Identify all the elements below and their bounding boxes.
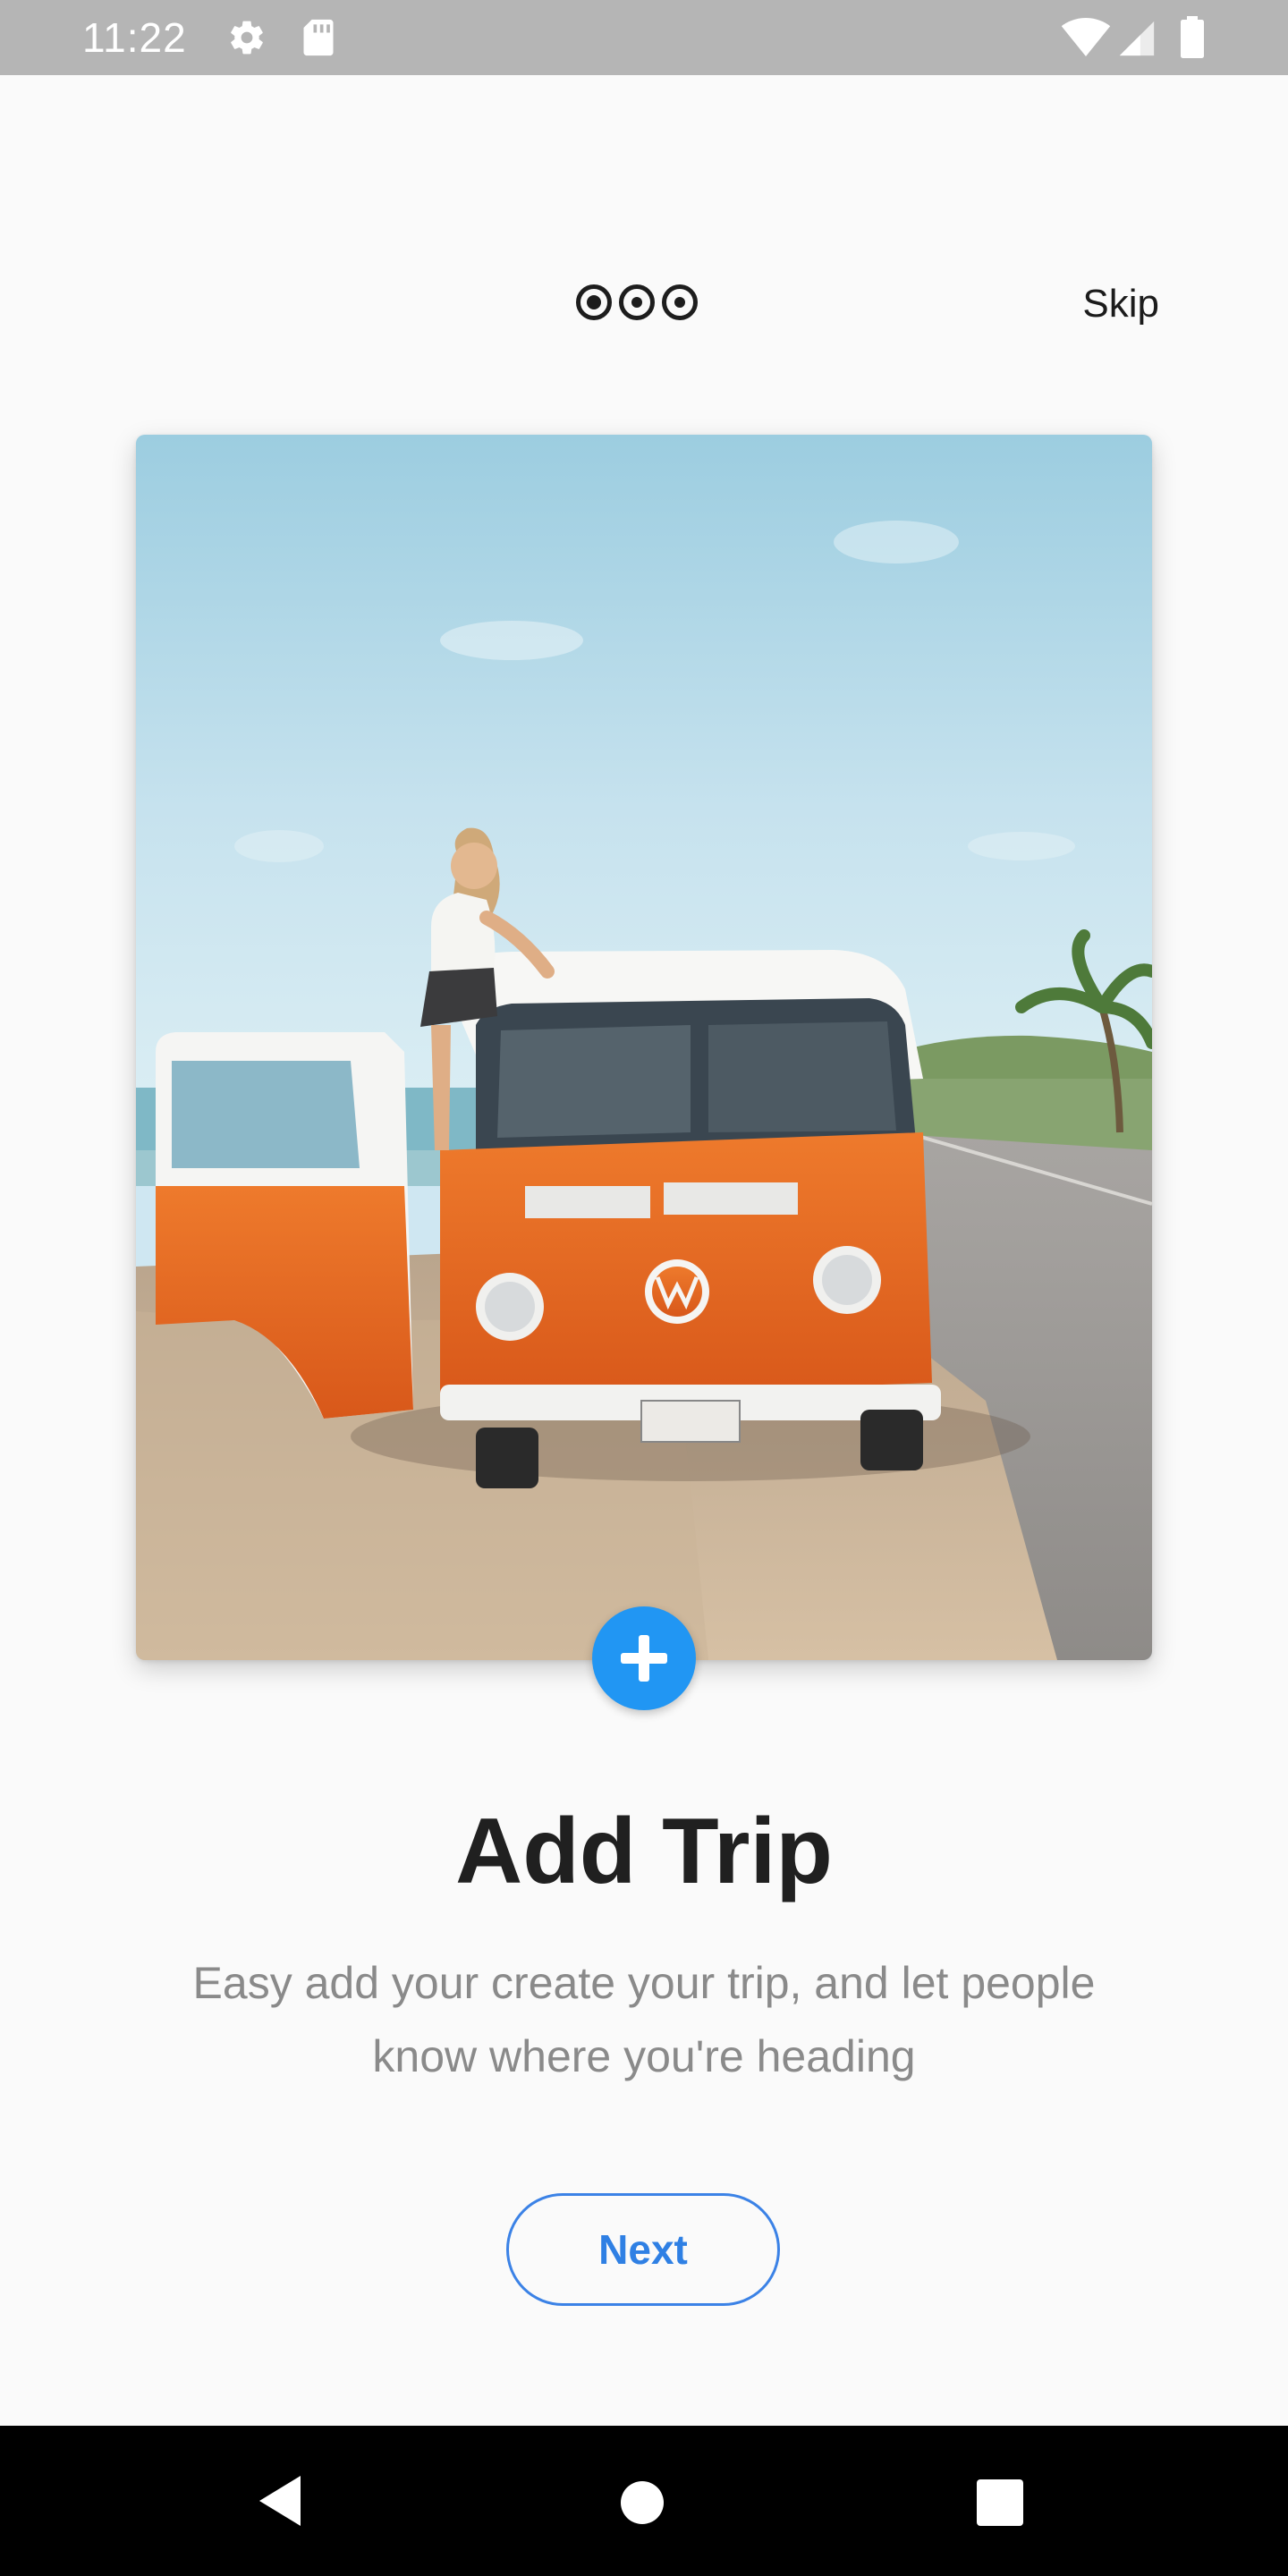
navigation-bar (0, 2426, 1288, 2576)
gear-icon (227, 18, 267, 62)
trip-photo (136, 435, 1152, 1660)
signal-icon (1116, 18, 1157, 64)
wifi-icon (1061, 16, 1111, 62)
trip-image-card (136, 435, 1152, 1660)
add-trip-button[interactable] (592, 1606, 696, 1710)
back-icon[interactable] (254, 2472, 304, 2534)
status-time: 11:22 (82, 14, 187, 61)
sd-card-icon (301, 18, 336, 62)
next-button[interactable]: Next (506, 2193, 780, 2306)
home-icon[interactable] (619, 2479, 665, 2530)
page-title: Add Trip (455, 1800, 833, 1903)
page-dot-2 (619, 284, 655, 320)
plus-icon (621, 1635, 667, 1682)
battery-icon (1179, 16, 1206, 64)
status-bar: 11:22 (0, 0, 1288, 75)
page-description: Easy add your create your trip, and let … (192, 1958, 1096, 2081)
recents-icon[interactable] (975, 2478, 1025, 2532)
page-indicator (576, 284, 698, 326)
skip-button[interactable]: Skip (1082, 277, 1159, 331)
page-dot-1 (576, 284, 612, 320)
page-dot-3 (662, 284, 698, 320)
